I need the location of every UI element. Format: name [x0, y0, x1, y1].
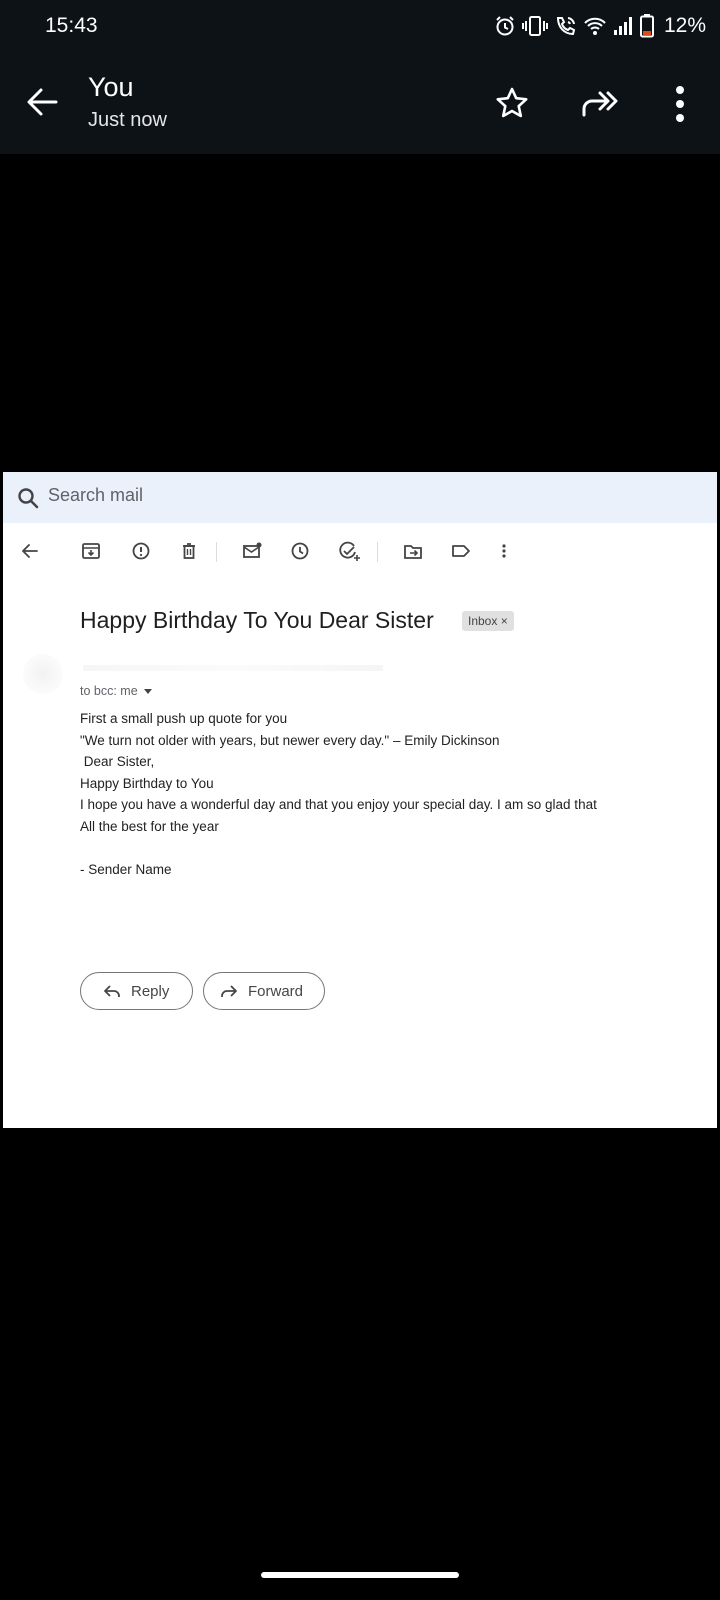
delete-icon — [178, 538, 204, 564]
back-arrow-icon — [27, 88, 58, 116]
status-bar: 15:43 12% — [0, 0, 720, 52]
back-button[interactable] — [22, 82, 66, 126]
body-line: "We turn not older with years, but newer… — [80, 732, 500, 748]
move-to-icon — [402, 538, 428, 564]
forward-all-icon — [582, 91, 618, 117]
forward-label: Forward — [248, 982, 304, 1000]
body-line: - Sender Name — [80, 861, 172, 877]
chevron-down-icon — [143, 689, 152, 695]
body-line: Dear Sister, — [80, 754, 155, 769]
forward-all-button[interactable] — [580, 85, 624, 123]
email-screenshot-image[interactable]: Search mail Happy Birthday To You Dear S… — [3, 472, 717, 1128]
toolbar-divider — [216, 542, 217, 562]
label-icon — [450, 538, 476, 564]
email-subject: Happy Birthday To You Dear Sister — [80, 607, 434, 633]
redacted-sender-line — [83, 665, 383, 671]
status-icons: 12% — [494, 10, 706, 42]
reply-button: Reply — [80, 972, 193, 1010]
app-bar: You Just now — [0, 52, 720, 154]
body-line — [80, 837, 597, 859]
recipient-line: to bcc: me — [80, 684, 152, 698]
status-time: 15:43 — [45, 14, 98, 37]
vibrate-icon — [521, 15, 548, 37]
toolbar-divider — [377, 542, 378, 562]
mark-unread-icon — [241, 538, 267, 564]
body-line: Happy Birthday to You — [80, 775, 214, 791]
home-indicator[interactable] — [261, 1572, 459, 1578]
more-vert-icon — [676, 86, 684, 122]
email-toolbar — [3, 530, 717, 574]
star-icon — [496, 87, 528, 118]
search-placeholder: Search mail — [48, 485, 144, 505]
avatar — [23, 654, 63, 694]
body-line: I hope you have a wonderful day and that… — [80, 797, 597, 812]
snooze-icon — [289, 538, 315, 564]
message-time: Just now — [88, 109, 167, 131]
more-vert-icon — [493, 538, 519, 564]
battery-icon — [639, 14, 654, 38]
add-task-icon — [336, 538, 362, 564]
star-button[interactable] — [494, 85, 532, 123]
back-arrow-icon — [19, 538, 45, 564]
body-line: All the best for the year — [80, 818, 219, 834]
more-options-button[interactable] — [666, 82, 694, 126]
inbox-label-chip: Inbox × — [462, 611, 514, 631]
recipient-text: to bcc: me — [80, 684, 138, 698]
body-line: First a small push up quote for you — [80, 711, 288, 726]
reply-icon — [104, 985, 120, 997]
archive-icon — [80, 538, 106, 564]
reply-label: Reply — [131, 982, 170, 1000]
wifi-icon — [584, 15, 606, 37]
search-bar: Search mail — [3, 472, 717, 523]
sender-name: You — [88, 72, 134, 102]
signal-icon — [612, 15, 634, 37]
forward-button: Forward — [203, 972, 325, 1010]
wifi-calling-icon — [554, 15, 578, 37]
battery-percent: 12% — [663, 14, 706, 37]
report-spam-icon — [130, 538, 156, 564]
search-icon — [16, 486, 40, 515]
alarm-icon — [494, 15, 516, 37]
email-body: First a small push up quote for you "We … — [80, 708, 597, 880]
forward-icon — [221, 985, 237, 997]
